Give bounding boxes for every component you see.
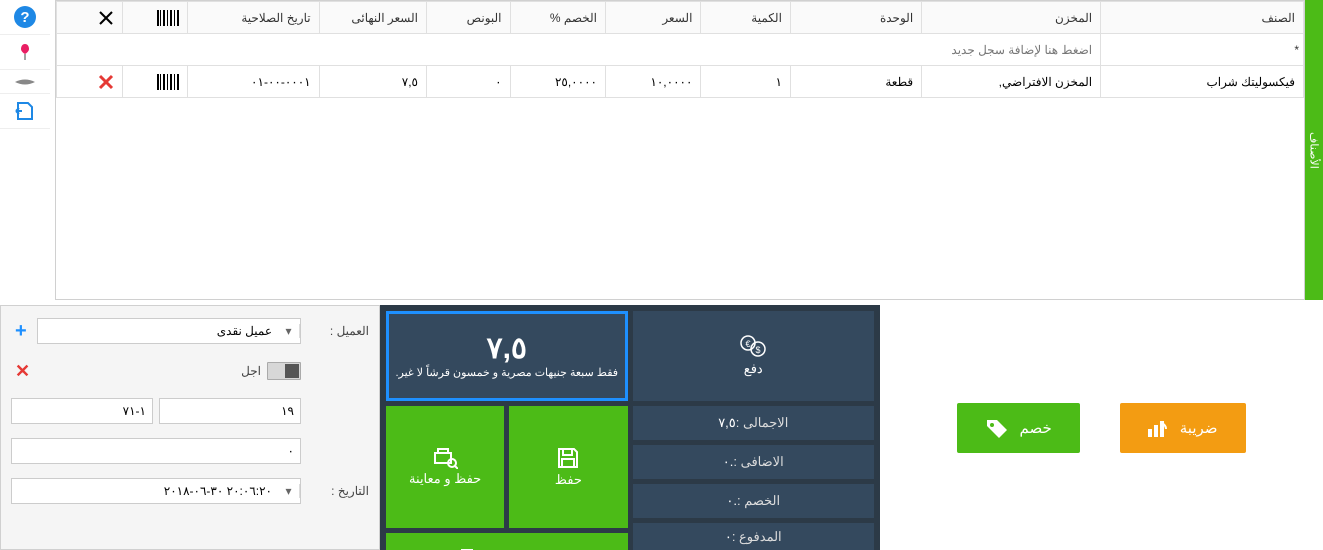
side-tab-label: الأصناف bbox=[1308, 132, 1321, 169]
add-customer-button[interactable]: + bbox=[11, 320, 31, 343]
side-tab-items[interactable]: الأصناف bbox=[1305, 0, 1323, 300]
pay-button[interactable]: € $ دفع bbox=[633, 311, 875, 401]
barcode-icon bbox=[157, 74, 179, 90]
col-qty[interactable]: الكمية bbox=[701, 2, 790, 34]
save-preview-button[interactable]: حفظ و معاينة bbox=[386, 406, 504, 528]
save-icon bbox=[556, 446, 580, 470]
svg-text:?: ? bbox=[20, 9, 29, 26]
grand-total-words: فقط سبعة جنيهات مصرية و خمسون قرشاً لا غ… bbox=[395, 366, 618, 380]
customer-input[interactable] bbox=[38, 319, 278, 343]
cell-price[interactable]: ١٠,٠٠٠٠ bbox=[605, 66, 700, 98]
action-buttons: ضريبة خصم bbox=[880, 305, 1323, 550]
close-icon bbox=[98, 10, 114, 26]
cell-bonus[interactable]: ٠ bbox=[427, 66, 511, 98]
items-table: الصنف المخزن الوحدة الكمية السعر الخصم %… bbox=[55, 0, 1305, 300]
col-barcode bbox=[122, 2, 188, 34]
credit-label: اجل bbox=[241, 364, 261, 378]
row-total: الاجمالى : ٧,٥ bbox=[633, 406, 875, 440]
export-icon[interactable] bbox=[0, 94, 50, 129]
cell-barcode[interactable] bbox=[122, 66, 188, 98]
pin-icon[interactable] bbox=[0, 35, 50, 70]
svg-text:€: € bbox=[746, 339, 751, 349]
table-header-row: الصنف المخزن الوحدة الكمية السعر الخصم %… bbox=[57, 2, 1304, 34]
field-c[interactable] bbox=[11, 438, 301, 464]
table-row[interactable]: فيكسوليتك شراب المخزن الافتراضي, قطعة ١ … bbox=[57, 66, 1304, 98]
customer-dropdown[interactable]: ▾ bbox=[37, 318, 301, 344]
col-price[interactable]: السعر bbox=[605, 2, 700, 34]
cell-discount[interactable]: ٢٥,٠٠٠٠ bbox=[510, 66, 605, 98]
tax-button[interactable]: ضريبة bbox=[1120, 403, 1246, 453]
pay-label: دفع bbox=[744, 361, 763, 377]
save-print-button[interactable]: حفظ وطباعة bbox=[386, 533, 628, 550]
help-icon[interactable]: ? bbox=[0, 0, 50, 35]
cell-unit[interactable]: قطعة bbox=[790, 66, 921, 98]
field-a[interactable] bbox=[159, 398, 301, 424]
row-discount: الخصم : ٠. bbox=[633, 484, 875, 518]
add-row-hint: اضغط هنا لإضافة سجل جديد bbox=[57, 34, 1101, 66]
money-icon: € $ bbox=[739, 335, 767, 357]
col-unit[interactable]: الوحدة bbox=[790, 2, 921, 34]
delete-icon bbox=[98, 74, 114, 90]
row-extra: الاضافى : ٠. bbox=[633, 445, 875, 479]
print-preview-icon bbox=[432, 447, 458, 469]
col-delete bbox=[57, 2, 123, 34]
row-paid: المدفوع : ٠ bbox=[633, 523, 875, 550]
left-vertical-toolbar: ? bbox=[0, 0, 50, 129]
date-dropdown[interactable]: ▾ bbox=[11, 478, 301, 504]
svg-text:$: $ bbox=[756, 345, 761, 355]
chart-icon bbox=[1148, 419, 1170, 437]
col-expiry[interactable]: تاريخ الصلاحية bbox=[188, 2, 319, 34]
cell-expiry[interactable]: ٠٠٠١-٠٠-٠١ bbox=[188, 66, 319, 98]
date-label: التاريخ : bbox=[309, 484, 369, 498]
col-discount[interactable]: الخصم % bbox=[510, 2, 605, 34]
customer-label: العميل : bbox=[309, 324, 369, 338]
date-input[interactable] bbox=[12, 479, 278, 503]
totals-panel: € $ دفع ٧,٥ فقط سبعة جنيهات مصرية و خمسو… bbox=[380, 305, 880, 550]
field-b[interactable] bbox=[11, 398, 153, 424]
col-bonus[interactable]: البونص bbox=[427, 2, 511, 34]
cell-qty[interactable]: ١ bbox=[701, 66, 790, 98]
cell-final-price[interactable]: ٧,٥ bbox=[319, 66, 426, 98]
clear-customer-button[interactable]: ✕ bbox=[11, 361, 34, 382]
add-row[interactable]: * اضغط هنا لإضافة سجل جديد bbox=[57, 34, 1304, 66]
barcode-icon bbox=[157, 10, 179, 26]
chevron-down-icon[interactable]: ▾ bbox=[278, 484, 300, 498]
cell-item[interactable]: فيكسوليتك شراب bbox=[1101, 66, 1304, 98]
save-button[interactable]: حفظ bbox=[509, 406, 627, 528]
grand-total-value: ٧,٥ bbox=[486, 331, 527, 366]
chevron-down-icon[interactable]: ▾ bbox=[278, 324, 300, 338]
grand-total-tile: ٧,٥ فقط سبعة جنيهات مصرية و خمسون قرشاً … bbox=[386, 311, 628, 401]
col-item[interactable]: الصنف bbox=[1101, 2, 1304, 34]
col-final-price[interactable]: السعر النهائى bbox=[319, 2, 426, 34]
credit-toggle[interactable] bbox=[267, 362, 301, 380]
customer-panel: العميل : ▾ + اجل ✕ التاريخ : ▾ bbox=[0, 305, 380, 550]
discount-button[interactable]: خصم bbox=[957, 403, 1079, 453]
cell-store[interactable]: المخزن الافتراضي, bbox=[922, 66, 1101, 98]
col-store[interactable]: المخزن bbox=[922, 2, 1101, 34]
cell-delete[interactable] bbox=[57, 66, 123, 98]
tag-icon bbox=[985, 418, 1009, 438]
minimize-icon[interactable] bbox=[0, 70, 50, 94]
